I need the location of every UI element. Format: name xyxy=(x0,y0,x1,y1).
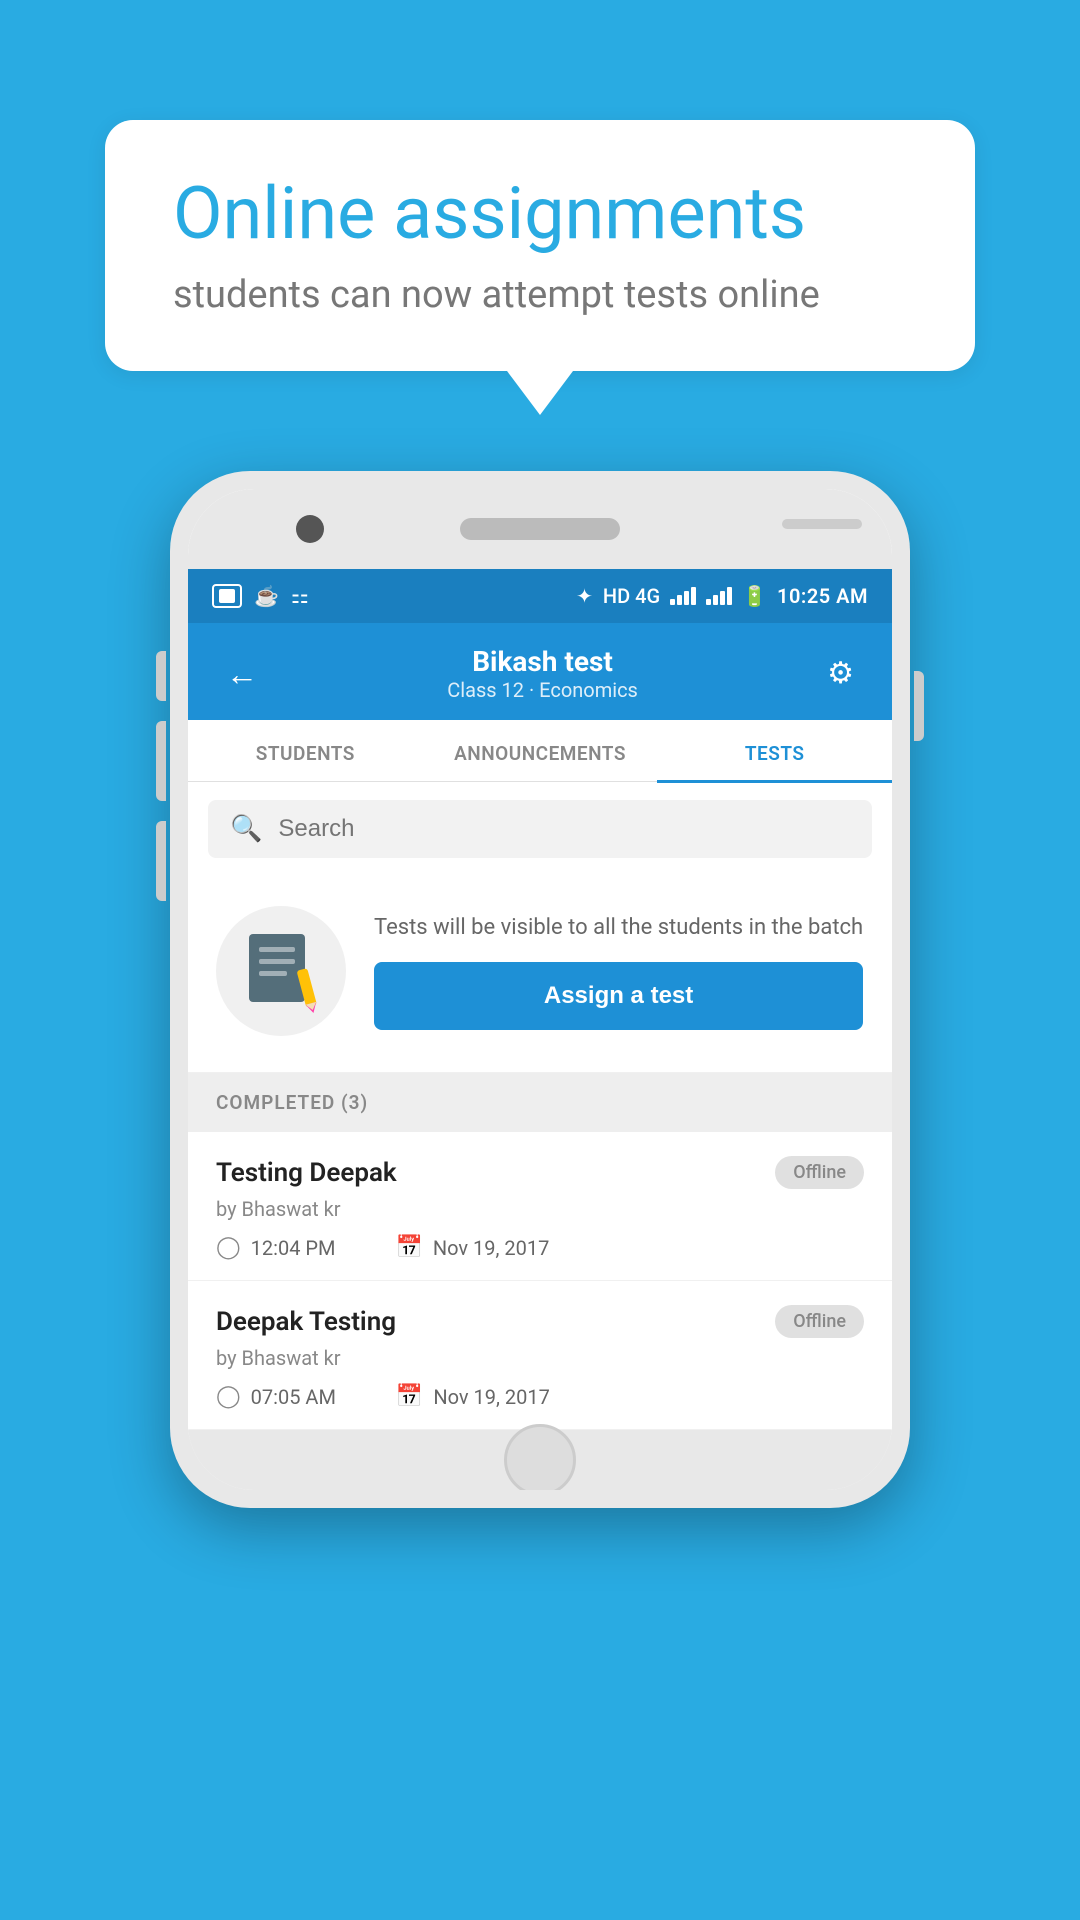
home-button[interactable] xyxy=(504,1424,576,1490)
test-meta-1: ◯ 12:04 PM 📅 Nov 19, 2017 xyxy=(216,1235,864,1260)
status-bar: ☕ ⚏ ✦ HD 4G 🔋 10:25 A xyxy=(188,569,892,623)
test-meta-2: ◯ 07:05 AM 📅 Nov 19, 2017 xyxy=(216,1384,864,1409)
bar2 xyxy=(677,595,682,605)
test-icon-circle xyxy=(216,906,346,1036)
completed-header-text: COMPLETED (3) xyxy=(216,1091,368,1114)
gallery-icon: ⚏ xyxy=(291,584,309,608)
bar4 xyxy=(691,587,696,605)
phone-bottom xyxy=(188,1430,892,1490)
speech-bubble: Online assignments students can now atte… xyxy=(105,120,975,371)
test-by-2: by Bhaswat kr xyxy=(216,1346,864,1370)
test-item[interactable]: Testing Deepak Offline by Bhaswat kr ◯ 1… xyxy=(188,1132,892,1281)
meta-date-2: 📅 Nov 19, 2017 xyxy=(396,1384,550,1409)
tab-announcements[interactable]: ANNOUNCEMENTS xyxy=(423,720,658,781)
time-value-2: 07:05 AM xyxy=(251,1385,336,1409)
phone-btn-top xyxy=(782,519,862,529)
bar3b xyxy=(720,591,725,605)
bubble-title: Online assignments xyxy=(173,174,907,253)
phone-side-btn-right xyxy=(914,671,924,741)
battery-icon: 🔋 xyxy=(742,584,767,608)
test-name-1: Testing Deepak xyxy=(216,1158,397,1188)
meta-date-1: 📅 Nov 19, 2017 xyxy=(395,1235,549,1260)
test-notebook-icon xyxy=(241,929,321,1014)
whatsapp-icon: ☕ xyxy=(254,584,279,608)
assign-right: Tests will be visible to all the student… xyxy=(374,913,863,1030)
header-center: Bikash test Class 12 · Economics xyxy=(447,645,638,702)
phone-top xyxy=(188,489,892,569)
calendar-icon-2: 📅 xyxy=(396,1384,423,1409)
test-by-1: by Bhaswat kr xyxy=(216,1197,864,1221)
search-box: 🔍 xyxy=(208,800,872,858)
offline-badge-2: Offline xyxy=(775,1305,864,1338)
bar1b xyxy=(706,599,711,605)
header-title: Bikash test xyxy=(447,645,638,678)
clock-icon-2: ◯ xyxy=(216,1384,241,1409)
bar4b xyxy=(727,587,732,605)
phone-speaker xyxy=(460,518,620,540)
assign-info-text: Tests will be visible to all the student… xyxy=(374,913,863,944)
phone-side-btn-left3 xyxy=(156,821,166,901)
network-label: HD 4G xyxy=(603,584,660,608)
phone-side-btn-left2 xyxy=(156,721,166,801)
search-input[interactable] xyxy=(278,815,850,843)
signal-bars-2 xyxy=(706,587,732,605)
bar3 xyxy=(684,591,689,605)
time-value-1: 12:04 PM xyxy=(251,1236,336,1260)
back-button[interactable]: ← xyxy=(218,647,266,701)
tab-students[interactable]: STUDENTS xyxy=(188,720,423,781)
status-time: 10:25 AM xyxy=(777,584,868,608)
date-value-1: Nov 19, 2017 xyxy=(433,1236,550,1260)
bar1 xyxy=(670,599,675,605)
status-right: ✦ HD 4G 🔋 10:25 AM xyxy=(576,584,868,608)
calendar-icon-1: 📅 xyxy=(395,1235,422,1260)
status-icon-inner xyxy=(219,589,235,603)
test-item-2[interactable]: Deepak Testing Offline by Bhaswat kr ◯ 0… xyxy=(188,1281,892,1430)
status-icon-app1 xyxy=(212,584,242,608)
completed-section-header: COMPLETED (3) xyxy=(188,1073,892,1132)
status-left-icons: ☕ ⚏ xyxy=(212,584,309,608)
gear-icon[interactable]: ⚙ xyxy=(819,648,862,699)
phone-frame: ☕ ⚏ ✦ HD 4G 🔋 10:25 A xyxy=(170,471,910,1508)
phone-inner: ☕ ⚏ ✦ HD 4G 🔋 10:25 A xyxy=(188,489,892,1490)
phone-camera xyxy=(296,515,324,543)
offline-badge-1: Offline xyxy=(775,1156,864,1189)
test-item-top-1: Testing Deepak Offline xyxy=(216,1156,864,1189)
tab-tests[interactable]: TESTS xyxy=(657,720,892,781)
tabs-bar: STUDENTS ANNOUNCEMENTS TESTS xyxy=(188,720,892,782)
meta-time-1: ◯ 12:04 PM xyxy=(216,1235,335,1260)
signal-bars-1 xyxy=(670,587,696,605)
header-subtitle: Class 12 · Economics xyxy=(447,678,638,702)
assign-section: Tests will be visible to all the student… xyxy=(188,876,892,1073)
test-item-top-2: Deepak Testing Offline xyxy=(216,1305,864,1338)
phone-side-btn-left1 xyxy=(156,651,166,701)
clock-icon-1: ◯ xyxy=(216,1235,241,1260)
meta-time-2: ◯ 07:05 AM xyxy=(216,1384,336,1409)
search-container: 🔍 xyxy=(188,782,892,876)
bar2b xyxy=(713,595,718,605)
date-value-2: Nov 19, 2017 xyxy=(433,1385,550,1409)
bluetooth-icon: ✦ xyxy=(576,584,593,608)
app-header: ← Bikash test Class 12 · Economics ⚙ xyxy=(188,623,892,720)
assign-test-button[interactable]: Assign a test xyxy=(374,962,863,1030)
bubble-subtitle: students can now attempt tests online xyxy=(173,273,907,317)
test-name-2: Deepak Testing xyxy=(216,1307,396,1337)
search-icon: 🔍 xyxy=(230,814,262,844)
